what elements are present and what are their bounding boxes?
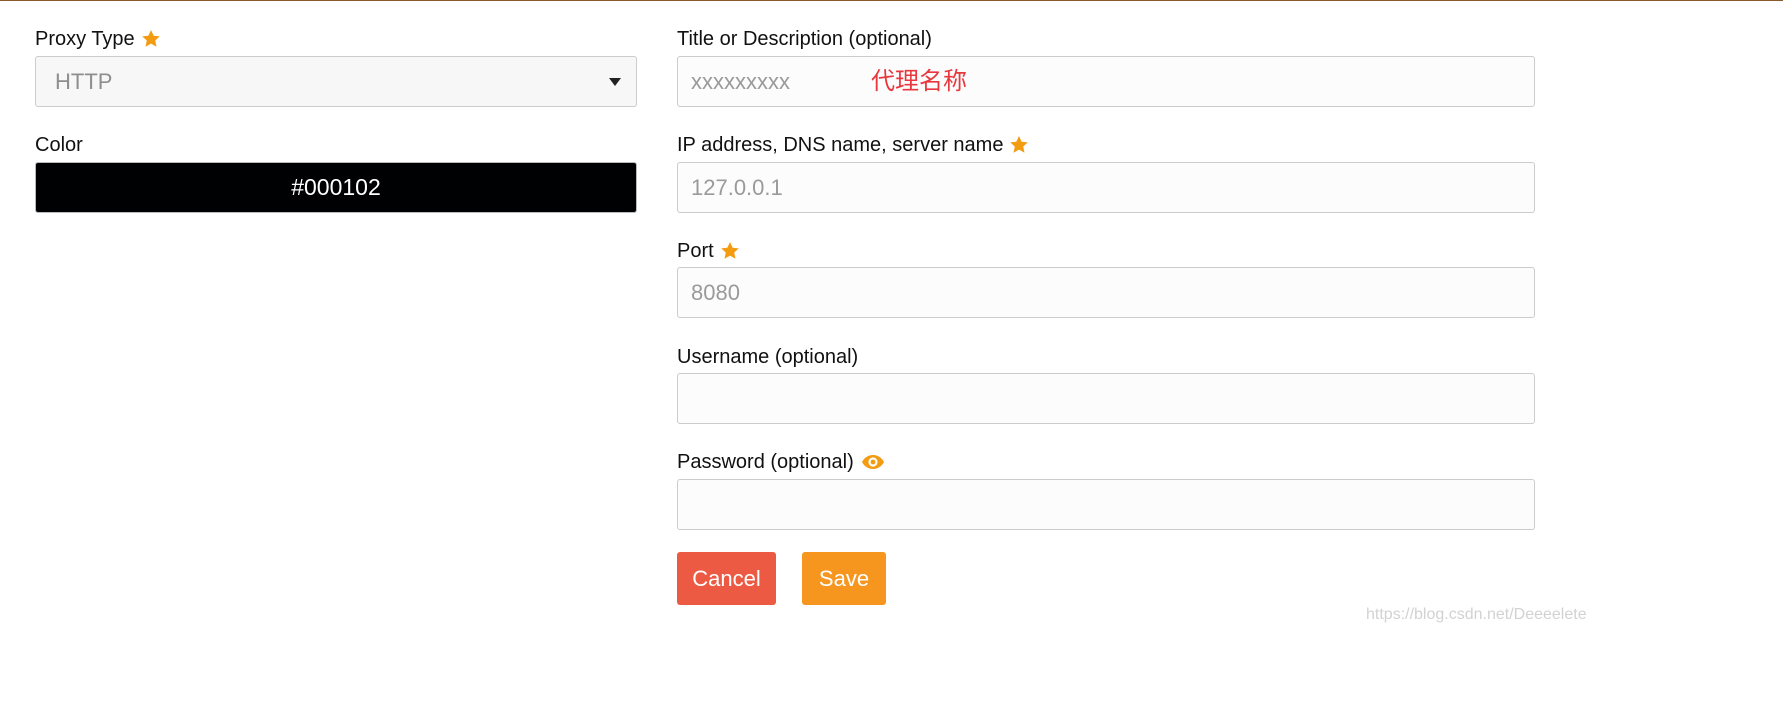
chevron-down-icon xyxy=(609,77,621,86)
proxy-type-label-text: Proxy Type xyxy=(35,28,135,50)
star-icon xyxy=(1008,134,1030,156)
address-label: IP address, DNS name, server name xyxy=(677,133,1030,157)
color-label-text: Color xyxy=(35,134,83,156)
password-input[interactable] xyxy=(678,480,1534,529)
username-field[interactable] xyxy=(677,373,1535,424)
color-picker-button[interactable]: #000102 xyxy=(35,162,637,213)
port-label: Port xyxy=(677,239,741,263)
color-label: Color xyxy=(35,133,83,157)
title-annotation: 代理名称 xyxy=(871,67,967,95)
username-input[interactable] xyxy=(678,374,1534,423)
address-field[interactable] xyxy=(677,162,1535,213)
address-input[interactable] xyxy=(678,163,1534,212)
star-icon xyxy=(140,28,162,50)
address-label-text: IP address, DNS name, server name xyxy=(677,134,1004,156)
top-border xyxy=(0,0,1783,1)
port-input[interactable] xyxy=(678,268,1534,317)
password-label-text: Password (optional) xyxy=(677,451,854,473)
username-label-text: Username (optional) xyxy=(677,346,859,368)
star-icon xyxy=(719,240,741,262)
title-label: Title or Description (optional) xyxy=(677,27,932,51)
password-field[interactable] xyxy=(677,479,1535,530)
cancel-button[interactable]: Cancel xyxy=(677,552,776,605)
username-label: Username (optional) xyxy=(677,345,858,369)
eye-icon[interactable] xyxy=(861,453,885,471)
title-input[interactable] xyxy=(678,57,1534,106)
port-field[interactable] xyxy=(677,267,1535,318)
proxy-type-select[interactable]: HTTP xyxy=(35,56,637,107)
color-value-text: #000102 xyxy=(291,174,381,200)
proxy-type-selected-value: HTTP xyxy=(55,68,113,94)
title-label-text: Title or Description (optional) xyxy=(677,28,932,50)
proxy-type-label: Proxy Type xyxy=(35,27,162,51)
title-field[interactable] xyxy=(677,56,1535,107)
password-label: Password (optional) xyxy=(677,450,885,474)
save-button[interactable]: Save xyxy=(802,552,886,605)
watermark: https://blog.csdn.net/Deeeelete xyxy=(1366,606,1587,623)
port-label-text: Port xyxy=(677,240,714,262)
